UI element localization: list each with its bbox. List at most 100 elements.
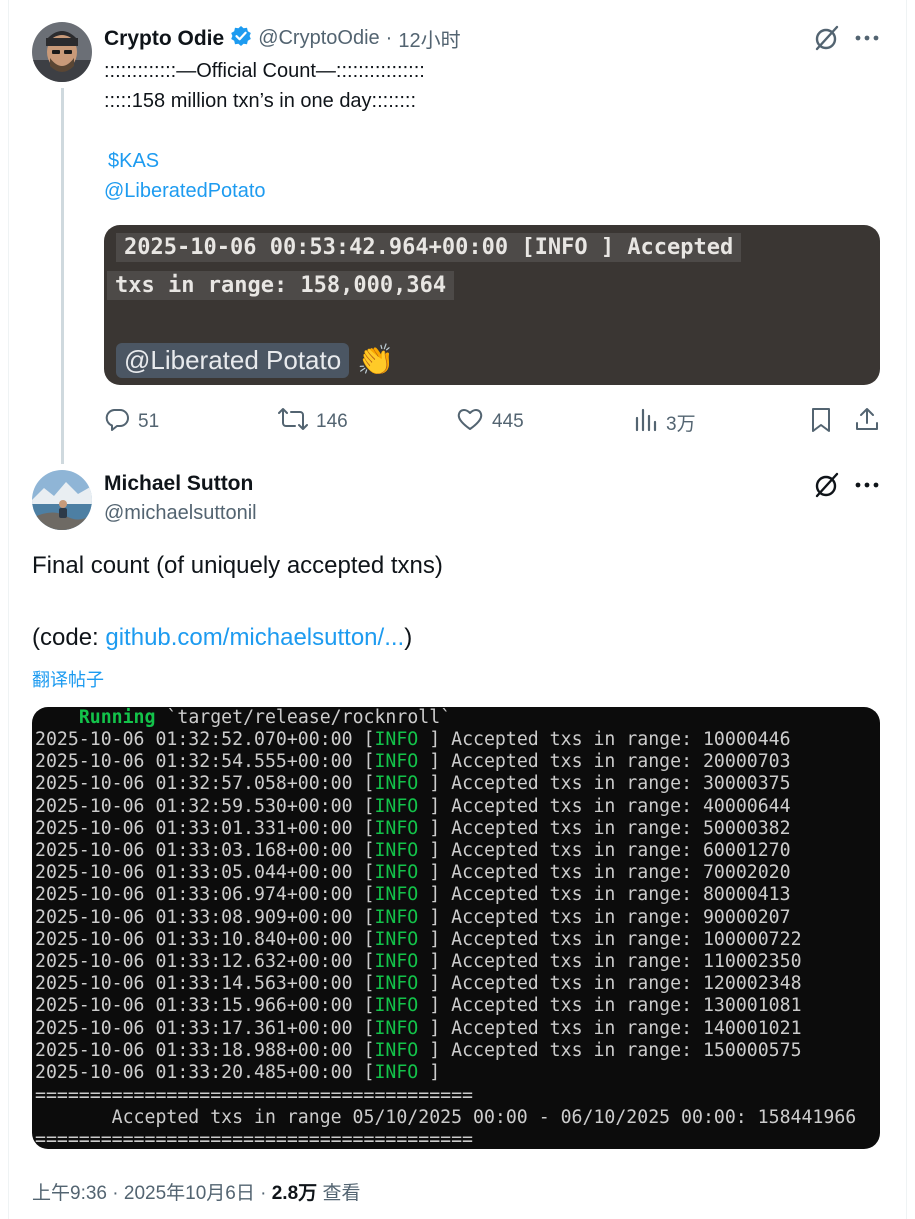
log-level: INFO	[374, 840, 419, 861]
log-level: INFO	[374, 1039, 419, 1061]
repost-button[interactable]: 146	[278, 406, 348, 438]
terminal-log-line: 2025-10-06 01:33:12.632+00:00 [INFO ] Ac…	[35, 951, 802, 972]
log-message: Accepted txs in range: 120002348	[451, 973, 802, 995]
post-views-count: 2.8万	[271, 1183, 318, 1204]
terminal-log-line: 2025-10-06 01:33:15.966+00:00 [INFO ] Ac…	[35, 995, 802, 1017]
code-suffix: )	[404, 624, 413, 651]
cashtag-kas[interactable]: $KAS	[108, 146, 159, 176]
log-message: Accepted txs in range: 100000722	[451, 928, 802, 950]
log-timestamp: 2025-10-06 01:32:57.058+00:00	[35, 773, 353, 795]
tweet2-handle[interactable]: @michaelsuttonil	[104, 502, 257, 525]
terminal-log-line: 2025-10-06 01:33:10.840+00:00 [INFO ] Ac…	[35, 928, 802, 950]
thread-connector-line	[61, 88, 64, 464]
repost-icon	[278, 406, 308, 438]
log-timestamp: 2025-10-06 01:33:06.974+00:00	[35, 884, 353, 906]
mention-liberatedpotato[interactable]: @LiberatedPotato	[104, 176, 266, 206]
like-button[interactable]: 445	[456, 406, 524, 438]
tweet1-author-name[interactable]: Crypto Odie	[104, 27, 224, 51]
log-level: INFO	[374, 973, 419, 995]
embed-log-line2: txs in range: 158,000,364	[107, 271, 455, 300]
log-timestamp: 2025-10-06 01:33:15.966+00:00	[35, 995, 353, 1017]
log-message: Accepted txs in range: 40000644	[451, 795, 791, 817]
log-timestamp: 2025-10-06 01:33:01.331+00:00	[35, 817, 353, 839]
bookmark-icon[interactable]	[809, 407, 833, 438]
log-level: INFO	[374, 773, 419, 795]
terminal-log-line: 2025-10-06 01:33:14.563+00:00 [INFO ] Ac…	[35, 973, 802, 995]
log-message: Accepted txs in range: 10000446	[451, 729, 791, 750]
frame-left-border	[8, 0, 9, 1219]
views-count: 3万	[666, 413, 696, 435]
log-timestamp: 2025-10-06 01:33:12.632+00:00	[35, 951, 353, 972]
code-prefix: (code:	[32, 624, 106, 651]
log-timestamp: 2025-10-06 01:33:10.840+00:00	[35, 928, 353, 950]
log-message: Accepted txs in range: 110002350	[451, 951, 802, 972]
log-level: INFO	[374, 817, 419, 839]
terminal-rule-top: ========================================	[35, 1085, 473, 1106]
reply-icon	[104, 406, 130, 438]
terminal-rule-bottom: ========================================	[35, 1129, 473, 1149]
footer-separator: ·	[112, 1183, 119, 1204]
tweet1-header: Crypto Odie @CryptoOdie · 12小时	[104, 24, 461, 53]
translate-post-link[interactable]: 翻译帖子	[32, 666, 104, 692]
terminal-log-line: 2025-10-06 01:33:05.044+00:00 [INFO ] Ac…	[35, 862, 791, 884]
log-message: Accepted txs in range: 20000703	[451, 751, 791, 773]
tweet1-separator: ·	[385, 27, 393, 49]
verified-badge-icon	[230, 25, 252, 52]
log-message: Accepted txs in range: 70002020	[451, 862, 791, 884]
views-button[interactable]: 3万	[634, 406, 696, 438]
github-link[interactable]: github.com/michaelsutton/...	[105, 624, 404, 651]
embed-log-line1: 2025-10-06 00:53:42.964+00:00 [INFO ] Ac…	[116, 233, 742, 262]
log-timestamp: 2025-10-06 01:33:14.563+00:00	[35, 973, 353, 995]
like-count: 445	[492, 411, 524, 432]
log-message: Accepted txs in range: 150000575	[451, 1039, 802, 1061]
log-message: Accepted txs in range: 80000413	[451, 884, 791, 906]
reply-button[interactable]: 51	[104, 406, 159, 438]
footer-separator: ·	[260, 1183, 267, 1204]
more-icon[interactable]	[853, 475, 881, 495]
log-message: Accepted txs in range: 50000382	[451, 817, 791, 839]
log-timestamp: 2025-10-06 01:33:05.044+00:00	[35, 862, 353, 884]
grok-icon[interactable]	[813, 471, 841, 499]
log-level: INFO	[374, 862, 419, 884]
repost-count: 146	[316, 411, 348, 432]
terminal-running-line: Running `target/release/rocknroll`	[35, 707, 451, 728]
tweet2-code-line: (code: github.com/michaelsutton/...)	[32, 624, 412, 652]
post-views-label: 查看	[322, 1183, 361, 1204]
log-timestamp: 2025-10-06 01:33:17.361+00:00	[35, 1017, 353, 1039]
tweet1-embedded-image[interactable]: 2025-10-06 00:53:42.964+00:00 [INFO ] Ac…	[104, 225, 880, 385]
terminal-log-line: 2025-10-06 01:33:01.331+00:00 [INFO ] Ac…	[35, 817, 791, 839]
tweet1-handle[interactable]: @CryptoOdie	[258, 27, 379, 50]
log-level: INFO	[374, 928, 419, 950]
terminal-log-line: 2025-10-06 01:33:06.974+00:00 [INFO ] Ac…	[35, 884, 791, 906]
tweet1-time[interactable]: 12小时	[398, 24, 460, 53]
terminal-log-line: 2025-10-06 01:33:20.485+00:00 [INFO ]	[35, 1062, 452, 1083]
share-icon[interactable]	[854, 406, 880, 437]
post-time[interactable]: 上午9:36	[32, 1183, 107, 1204]
running-word: Running	[78, 707, 156, 728]
tweet2-footer: 上午9:36 · 2025年10月6日 · 2.8万 查看	[32, 1178, 360, 1205]
clap-emoji: 👏	[357, 343, 395, 377]
log-timestamp: 2025-10-06 01:32:52.070+00:00	[35, 729, 353, 750]
log-level: INFO	[374, 1062, 419, 1083]
log-message: Accepted txs in range: 140001021	[451, 1017, 802, 1039]
avatar-michael-sutton[interactable]	[32, 470, 92, 530]
log-message: Accepted txs in range: 90000207	[451, 906, 791, 928]
frame-right-border	[906, 0, 907, 1219]
log-timestamp: 2025-10-06 01:33:18.988+00:00	[35, 1039, 353, 1061]
reply-count: 51	[138, 411, 160, 432]
tweet1-line1: :::::::::::::—Official Count—:::::::::::…	[104, 60, 425, 82]
log-level: INFO	[374, 729, 419, 750]
tweet2-author-name[interactable]: Michael Sutton	[104, 472, 253, 496]
avatar-crypto-odie[interactable]	[32, 22, 92, 82]
log-message: Accepted txs in range: 60001270	[451, 840, 791, 861]
log-timestamp: 2025-10-06 01:33:03.168+00:00	[35, 840, 353, 861]
post-date[interactable]: 2025年10月6日	[124, 1183, 255, 1204]
tweet2-terminal-image[interactable]: Running `target/release/rocknroll` 2025-…	[32, 707, 880, 1149]
views-icon	[634, 406, 658, 438]
grok-icon[interactable]	[813, 24, 841, 52]
more-icon[interactable]	[853, 28, 881, 48]
terminal-log-line: 2025-10-06 01:33:03.168+00:00 [INFO ] Ac…	[35, 840, 791, 861]
log-level: INFO	[374, 906, 419, 928]
log-level: INFO	[374, 795, 419, 817]
tweet1-line2: :::::158 million txn’s in one day:::::::…	[104, 90, 417, 112]
